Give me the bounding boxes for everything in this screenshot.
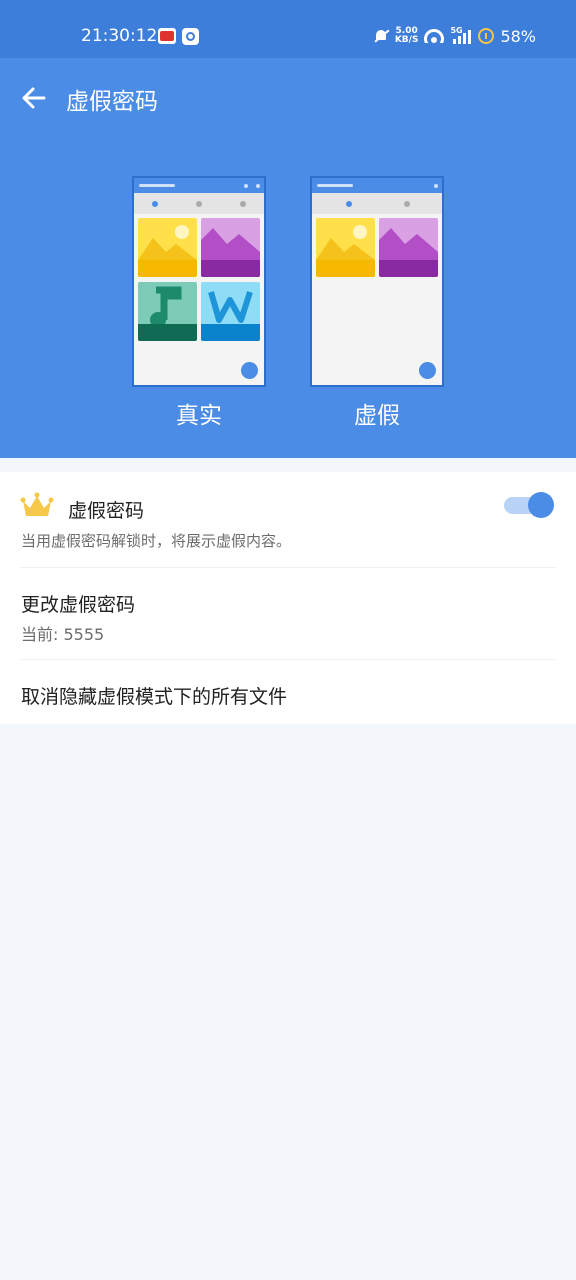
real-label: 真实	[176, 403, 222, 429]
bell-muted-icon	[373, 28, 390, 44]
network-speed-unit: KB/S	[394, 35, 419, 45]
fab-icon	[419, 362, 436, 379]
network-speed: 5.00 KB/S	[395, 27, 419, 45]
page-title: 虚假密码	[66, 89, 158, 115]
battery-percent: 58%	[500, 26, 536, 46]
battery-saver-icon	[478, 28, 495, 44]
divider	[21, 567, 555, 568]
cell-signal-icon: 5G	[450, 26, 472, 44]
fake-mode-illustration	[310, 176, 444, 387]
real-mode-illustration	[132, 176, 266, 387]
current-password-value: 当前: 5555	[21, 625, 105, 644]
word-doc-tile	[201, 282, 260, 341]
status-time: 21:30:12	[81, 26, 158, 46]
divider	[21, 659, 555, 660]
toutiao-app-icon	[158, 28, 176, 44]
crown-icon	[20, 492, 54, 516]
fab-icon	[241, 362, 258, 379]
fake-password-title: 虚假密码	[68, 500, 145, 522]
notification-app-icon	[182, 28, 199, 45]
settings-list: 虚假密码 当用虚假密码解锁时，将展示虚假内容。 更改虚假密码 当前: 5555 …	[0, 472, 576, 724]
unhide-files-title: 取消隐藏虚假模式下的所有文件	[21, 686, 288, 708]
fake-password-toggle[interactable]	[504, 492, 554, 518]
music-tile	[138, 282, 197, 341]
image-tile	[379, 218, 438, 277]
fake-label: 虚假	[354, 403, 400, 429]
header: 虚假密码 真实 虚假	[0, 58, 576, 458]
wifi-icon	[424, 29, 445, 43]
fake-password-description: 当用虚假密码解锁时，将展示虚假内容。	[21, 532, 292, 550]
change-password-title: 更改虚假密码	[21, 594, 136, 616]
image-tile	[201, 218, 260, 277]
image-tile	[138, 218, 197, 277]
image-tile	[316, 218, 375, 277]
back-arrow-icon[interactable]	[20, 84, 48, 112]
status-bar: 21:30:12 5.00 KB/S 5G 58%	[0, 0, 576, 58]
network-type: 5G	[450, 26, 463, 35]
